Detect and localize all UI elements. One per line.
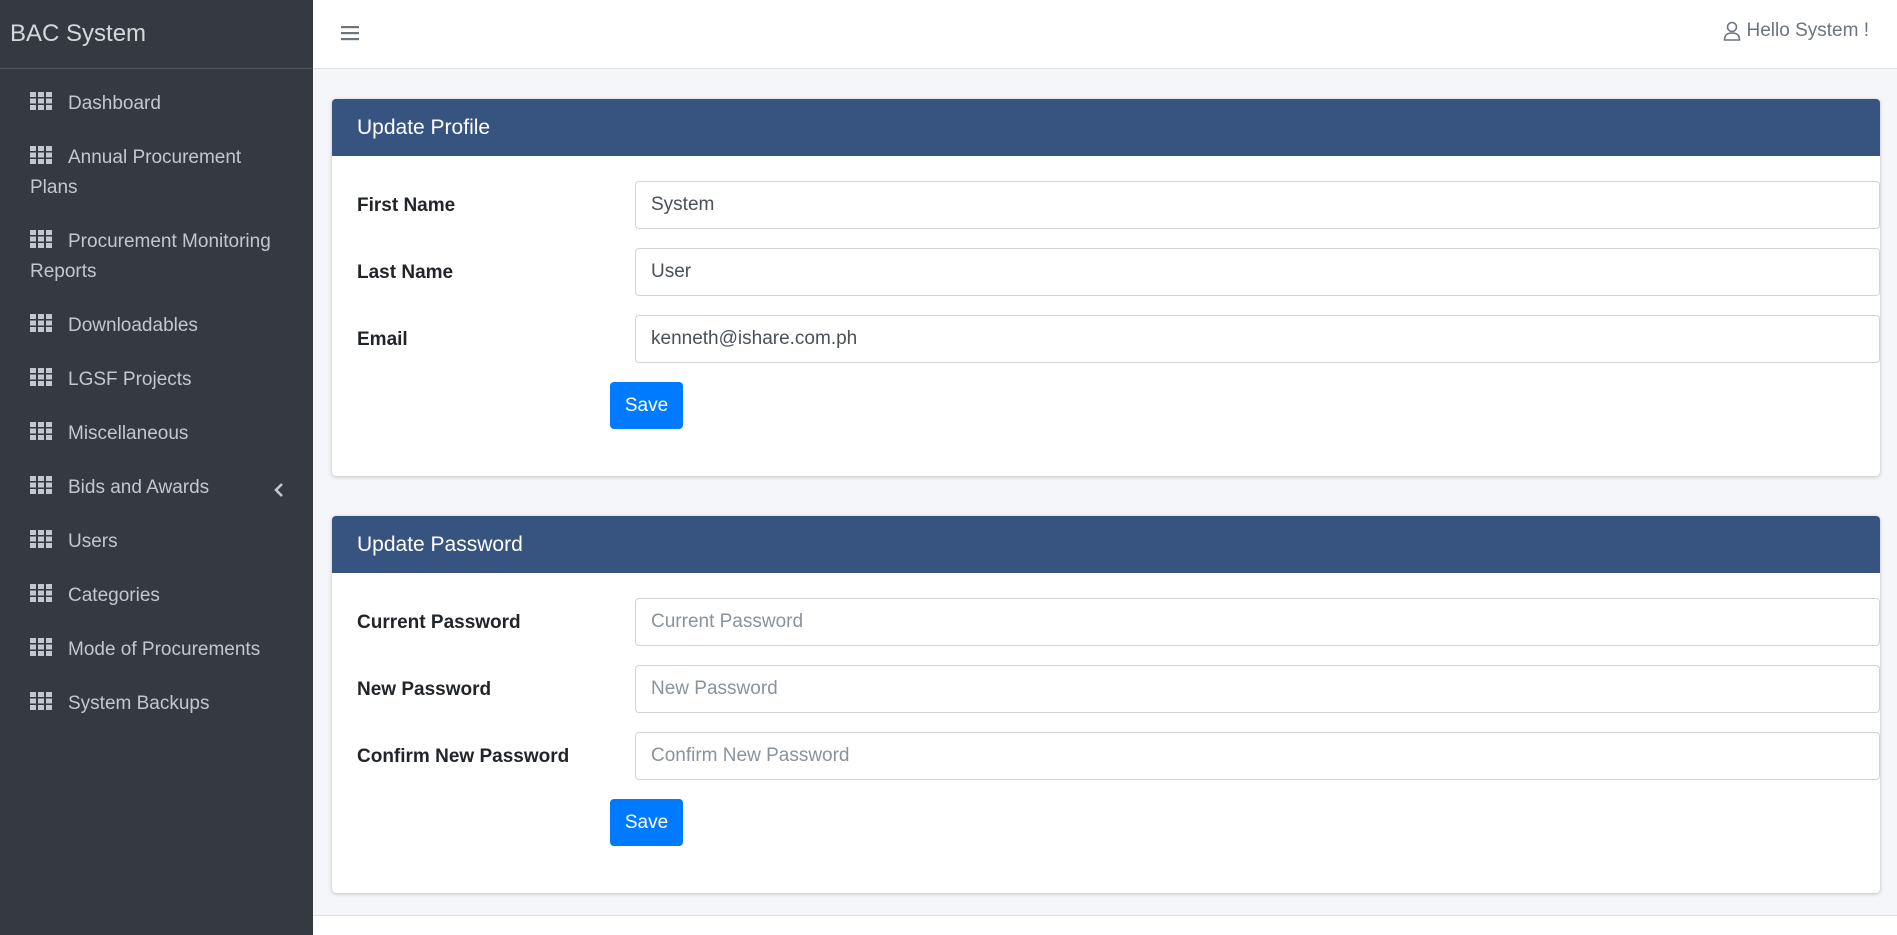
sidebar-item-label: LGSF Projects bbox=[68, 369, 192, 390]
sidebar-item-label: System Backups bbox=[68, 693, 210, 714]
last-name-row: Last Name bbox=[357, 248, 1880, 315]
current-password-label: Current Password bbox=[357, 612, 521, 633]
sidebar-item-users[interactable]: Users bbox=[0, 515, 313, 569]
save-password-button[interactable]: Save bbox=[610, 799, 683, 846]
sidebar-item-lgsf-projects[interactable]: LGSF Projects bbox=[0, 353, 313, 407]
email-label: Email bbox=[357, 329, 408, 350]
grid-icon bbox=[30, 638, 52, 656]
confirm-password-input[interactable] bbox=[635, 732, 1880, 780]
sidebar-item-dashboard[interactable]: Dashboard bbox=[0, 77, 313, 131]
footer bbox=[313, 915, 1897, 935]
sidebar-item-mode-of-procurements[interactable]: Mode of Procurements bbox=[0, 623, 313, 677]
sidebar-item-label: Procurement Monitoring Reports bbox=[30, 231, 271, 282]
first-name-row: First Name bbox=[357, 181, 1880, 248]
brand-logo[interactable]: BAC System bbox=[0, 0, 313, 69]
sidebar-item-system-backups[interactable]: System Backups bbox=[0, 677, 313, 731]
card-title: Update Password bbox=[332, 516, 1880, 573]
grid-icon bbox=[30, 146, 52, 164]
sidebar-item-label: Miscellaneous bbox=[68, 423, 189, 444]
grid-icon bbox=[30, 422, 52, 440]
current-password-row: Current Password bbox=[357, 598, 1880, 665]
sidebar-item-miscellaneous[interactable]: Miscellaneous bbox=[0, 407, 313, 461]
grid-icon bbox=[30, 92, 52, 110]
sidebar-item-categories[interactable]: Categories bbox=[0, 569, 313, 623]
save-profile-button[interactable]: Save bbox=[610, 382, 683, 429]
sidebar-item-label: Downloadables bbox=[68, 315, 198, 336]
grid-icon bbox=[30, 530, 52, 548]
confirm-password-row: Confirm New Password bbox=[357, 732, 1880, 799]
top-navbar: Hello System ! bbox=[313, 0, 1897, 69]
sidebar-item-label: Bids and Awards bbox=[68, 477, 210, 498]
new-password-input[interactable] bbox=[635, 665, 1880, 713]
sidebar-item-annual-procurement-plans[interactable]: Annual Procurement Plans bbox=[0, 131, 313, 215]
chevron-left-icon[interactable] bbox=[273, 483, 285, 497]
grid-icon bbox=[30, 476, 52, 494]
grid-icon bbox=[30, 314, 52, 332]
sidebar-nav: Dashboard Annual Procurement Plans Procu… bbox=[0, 69, 313, 731]
grid-icon bbox=[30, 692, 52, 710]
user-menu[interactable]: Hello System ! bbox=[1723, 20, 1869, 42]
grid-icon bbox=[30, 230, 52, 248]
sidebar-item-label: Mode of Procurements bbox=[68, 639, 261, 660]
update-password-card: Update Password Current Password New Pas… bbox=[332, 516, 1880, 893]
hamburger-menu-icon[interactable] bbox=[340, 23, 360, 43]
user-greeting: Hello System ! bbox=[1746, 20, 1869, 41]
last-name-label: Last Name bbox=[357, 262, 454, 283]
sidebar-item-label: Users bbox=[68, 531, 118, 552]
new-password-row: New Password bbox=[357, 665, 1880, 732]
first-name-input[interactable] bbox=[635, 181, 1880, 229]
sidebar-item-downloadables[interactable]: Downloadables bbox=[0, 299, 313, 353]
grid-icon bbox=[30, 584, 52, 602]
sidebar: BAC System Dashboard Annual Procurement … bbox=[0, 0, 313, 935]
card-title: Update Profile bbox=[332, 99, 1880, 156]
current-password-input[interactable] bbox=[635, 598, 1880, 646]
sidebar-item-label: Annual Procurement Plans bbox=[30, 147, 242, 198]
user-icon bbox=[1723, 21, 1740, 41]
email-input[interactable] bbox=[635, 315, 1880, 363]
sidebar-item-bids-and-awards[interactable]: Bids and Awards bbox=[0, 461, 313, 515]
first-name-label: First Name bbox=[357, 195, 456, 216]
sidebar-item-label: Dashboard bbox=[68, 93, 161, 114]
email-row: Email bbox=[357, 315, 1880, 382]
grid-icon bbox=[30, 368, 52, 386]
update-profile-card: Update Profile First Name Last Name Emai… bbox=[332, 99, 1880, 476]
sidebar-item-label: Categories bbox=[68, 585, 160, 606]
confirm-password-label: Confirm New Password bbox=[357, 746, 570, 767]
new-password-label: New Password bbox=[357, 679, 492, 700]
last-name-input[interactable] bbox=[635, 248, 1880, 296]
sidebar-item-procurement-monitoring-reports[interactable]: Procurement Monitoring Reports bbox=[0, 215, 313, 299]
